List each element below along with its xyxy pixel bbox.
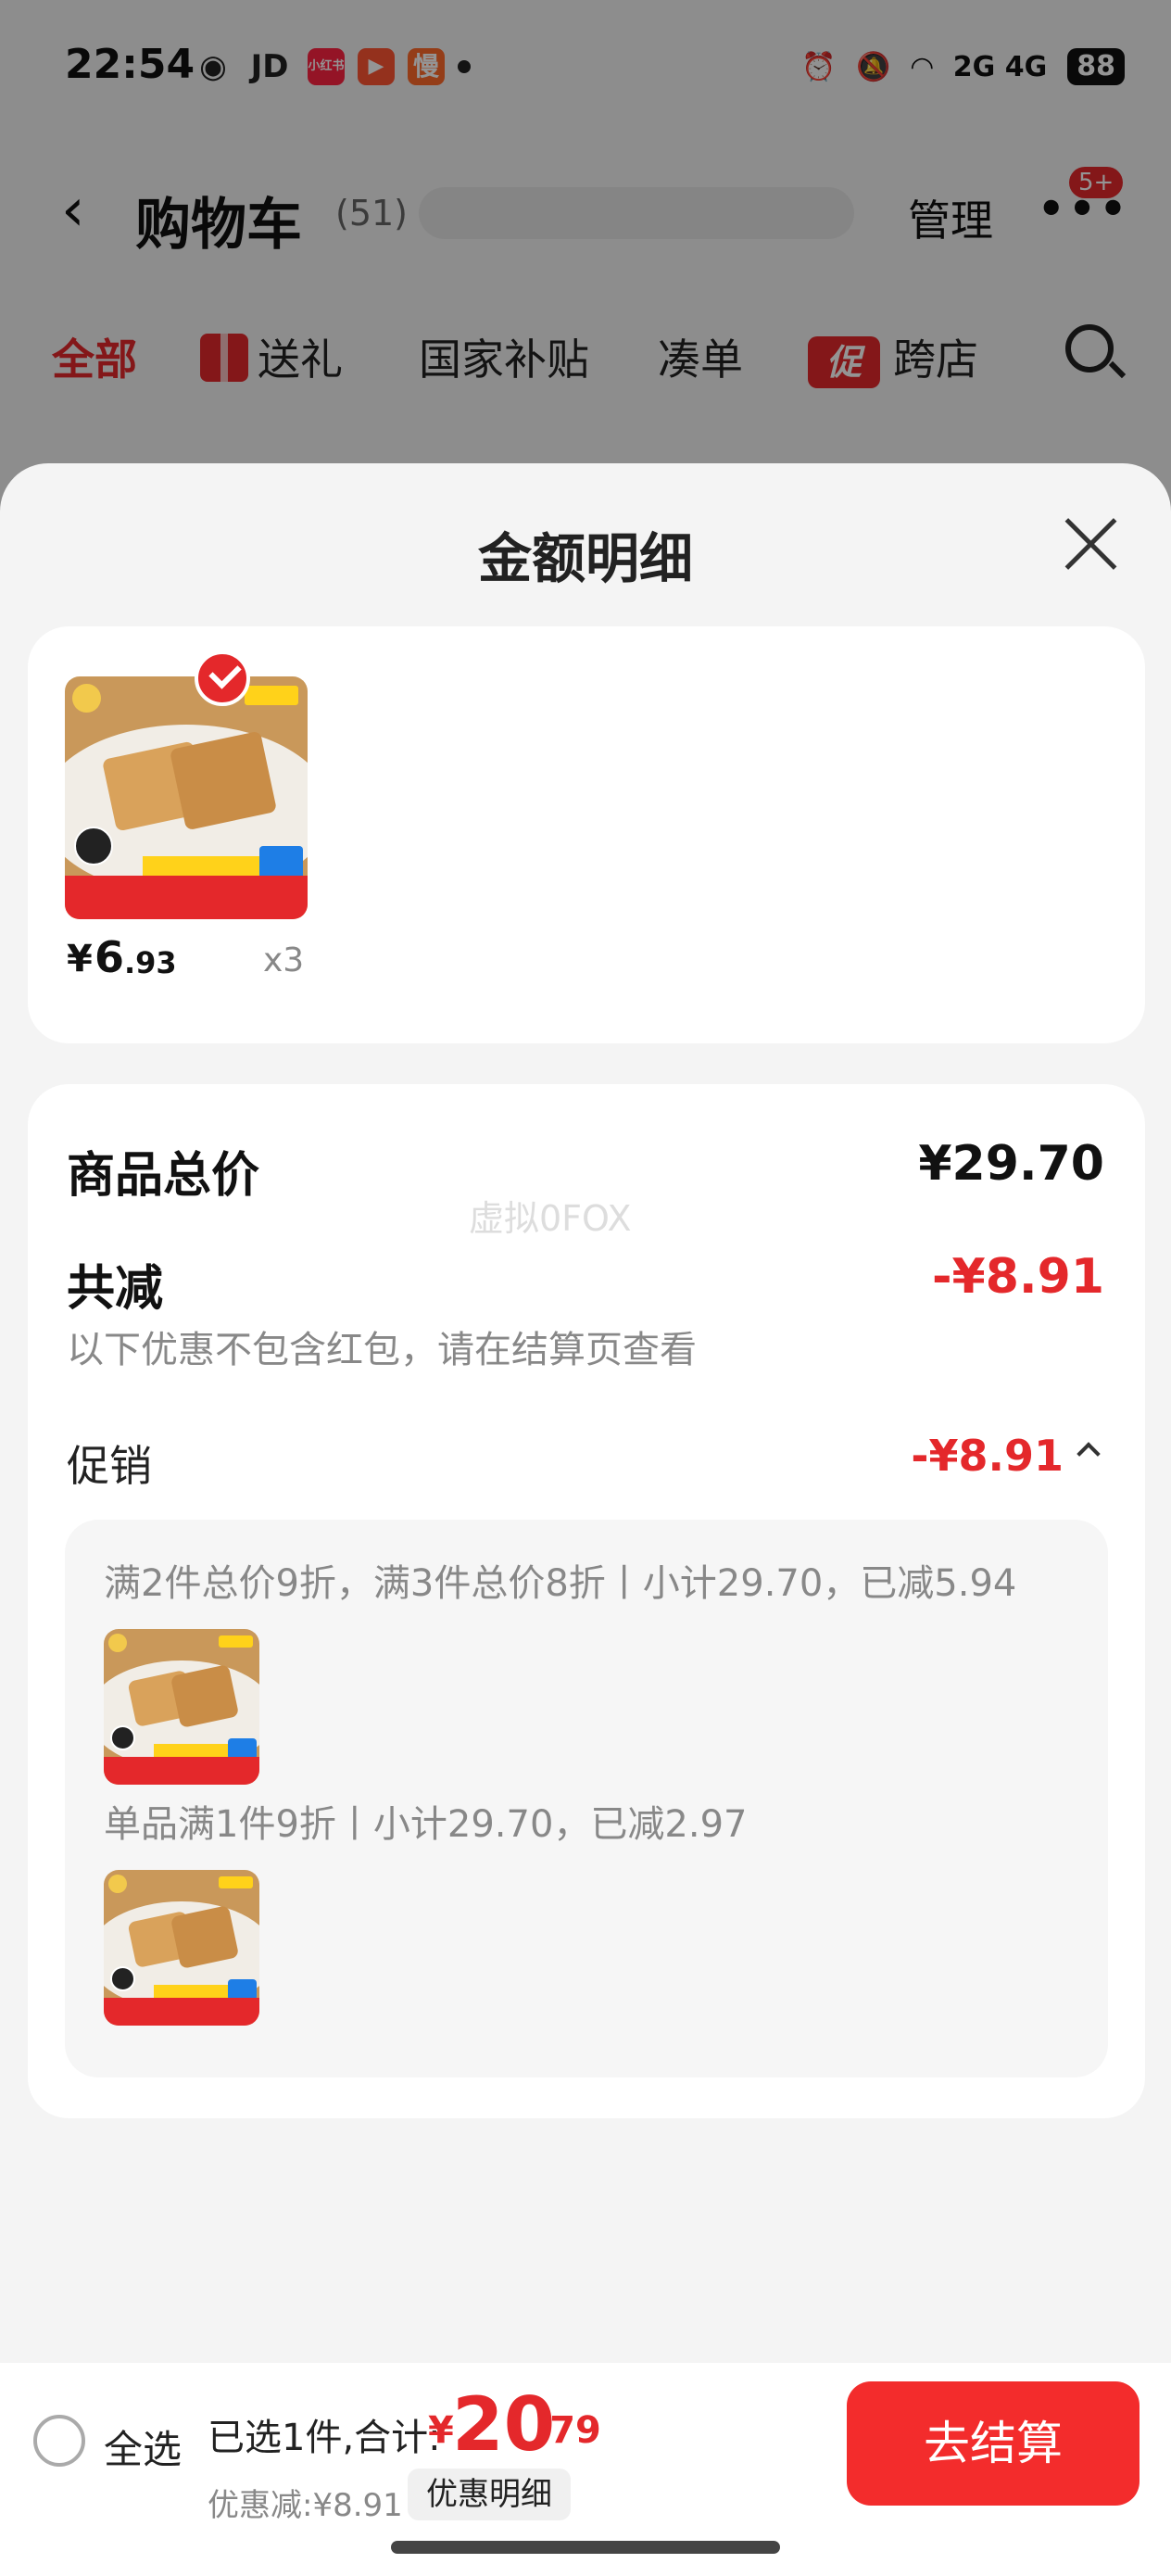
watermark: 虚拟0FOX <box>469 1198 632 1239</box>
total-symbol: ¥ <box>428 2409 454 2452</box>
checkout-button[interactable]: 去结算 <box>847 2381 1140 2506</box>
discount-amount-text: 优惠减:¥8.91 <box>208 2487 403 2524</box>
discount-note: 以下优惠不包含红包，请在结算页查看 <box>67 1329 697 1371</box>
item-price-integer: 6 <box>94 932 125 982</box>
selected-items-card: ¥ 6 .93 x3 <box>28 626 1145 1043</box>
item-price-decimal: .93 <box>124 945 177 980</box>
item-price-symbol: ¥ <box>67 938 93 980</box>
promotion-product-thumbnail[interactable] <box>104 1629 259 1785</box>
promotion-value[interactable]: -¥8.91 <box>911 1431 1064 1481</box>
selected-count-text: 已选1件,合计: <box>208 2417 441 2459</box>
selected-check-icon <box>195 650 250 706</box>
total-reduced-value: -¥8.91 <box>931 1249 1104 1305</box>
item-quantity: x3 <box>263 941 305 979</box>
product-thumbnail[interactable] <box>65 676 308 919</box>
chevron-up-icon[interactable] <box>1075 1434 1099 1458</box>
amount-detail-sheet: 金额明细 ¥ 6 .93 x3 商品总价 ¥29.70 共减 -¥8.91 以下… <box>0 463 1171 2363</box>
discount-detail-button[interactable]: 优惠明细 <box>408 2469 571 2520</box>
total-reduced-label: 共减 <box>67 1261 164 1317</box>
modal-overlay[interactable] <box>0 0 1171 519</box>
promotion-product-thumbnail[interactable] <box>104 1870 259 2026</box>
promotion-rule: 单品满1件9折丨小计29.70，已减2.97 <box>104 1803 748 1846</box>
close-icon[interactable] <box>1062 515 1119 573</box>
select-all-label[interactable]: 全选 <box>104 2418 182 2475</box>
sheet-title: 金额明细 <box>477 527 693 590</box>
select-all-radio[interactable] <box>33 2415 85 2467</box>
goods-total-label: 商品总价 <box>67 1148 260 1204</box>
checkout-bar: 全选 已选1件,合计: ¥ 20 .79 优惠减:¥8.91 优惠明细 去结算 <box>0 2363 1171 2576</box>
goods-total-value: ¥29.70 <box>918 1136 1104 1192</box>
promotion-rule: 满2件总价9折，满3件总价8折丨小计29.70，已减5.94 <box>104 1562 1017 1605</box>
total-decimal: .79 <box>535 2409 601 2452</box>
promotion-label: 促销 <box>67 1441 152 1491</box>
promotion-details: 满2件总价9折，满3件总价8折丨小计29.70，已减5.94 单品满1件9折丨小… <box>65 1520 1108 2077</box>
home-indicator[interactable] <box>391 2541 780 2554</box>
